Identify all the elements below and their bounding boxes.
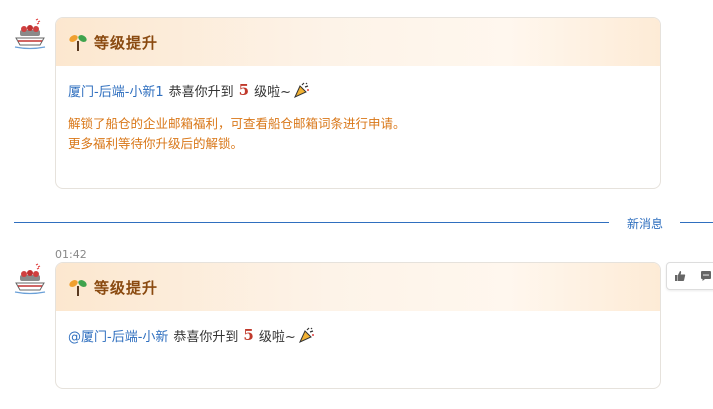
card-title: 等级提升 — [94, 278, 159, 297]
level-suffix: 级啦~ — [254, 84, 292, 100]
congrats-text: 恭喜你升到 — [168, 84, 234, 100]
new-message-divider-right — [680, 222, 713, 223]
benefit-line: 解锁了船仓的企业邮箱福利，可查看船仓邮箱词条进行申请。 — [68, 116, 406, 131]
comment-icon[interactable] — [693, 263, 713, 289]
message-actions — [666, 262, 713, 290]
new-message-divider — [14, 222, 609, 223]
bot-avatar[interactable] — [14, 263, 46, 295]
new-message-label: 新消息 — [627, 217, 664, 231]
user-mention-link[interactable]: 厦门-后端-小新1 — [68, 81, 164, 100]
user-mention-link[interactable]: @厦门-后端-小新 — [68, 326, 168, 345]
level-up-card: 等级提升 @厦门-后端-小新 恭喜你升到 5 级啦~ — [55, 262, 661, 389]
party-popper-icon — [294, 82, 310, 99]
bot-avatar[interactable] — [14, 18, 46, 50]
level-up-card: 等级提升 厦门-后端-小新1 恭喜你升到 5 级啦~ 解锁了船仓的企业邮箱福利，… — [55, 17, 661, 189]
sprout-icon — [69, 280, 87, 296]
benefit-line: 更多福利等待你升级后的解锁。 — [68, 136, 244, 151]
sprout-icon — [69, 35, 87, 51]
level-number: 5 — [243, 326, 254, 344]
card-header: 等级提升 — [56, 18, 660, 66]
message-timestamp: 01:42 — [55, 248, 87, 261]
card-header: 等级提升 — [56, 263, 660, 311]
thumbs-up-icon[interactable] — [667, 263, 693, 289]
level-number: 5 — [238, 81, 250, 99]
congrats-text: 恭喜你升到 — [173, 329, 239, 345]
party-popper-icon — [298, 327, 314, 344]
level-suffix: 级啦~ — [258, 329, 296, 345]
card-title: 等级提升 — [94, 33, 159, 52]
